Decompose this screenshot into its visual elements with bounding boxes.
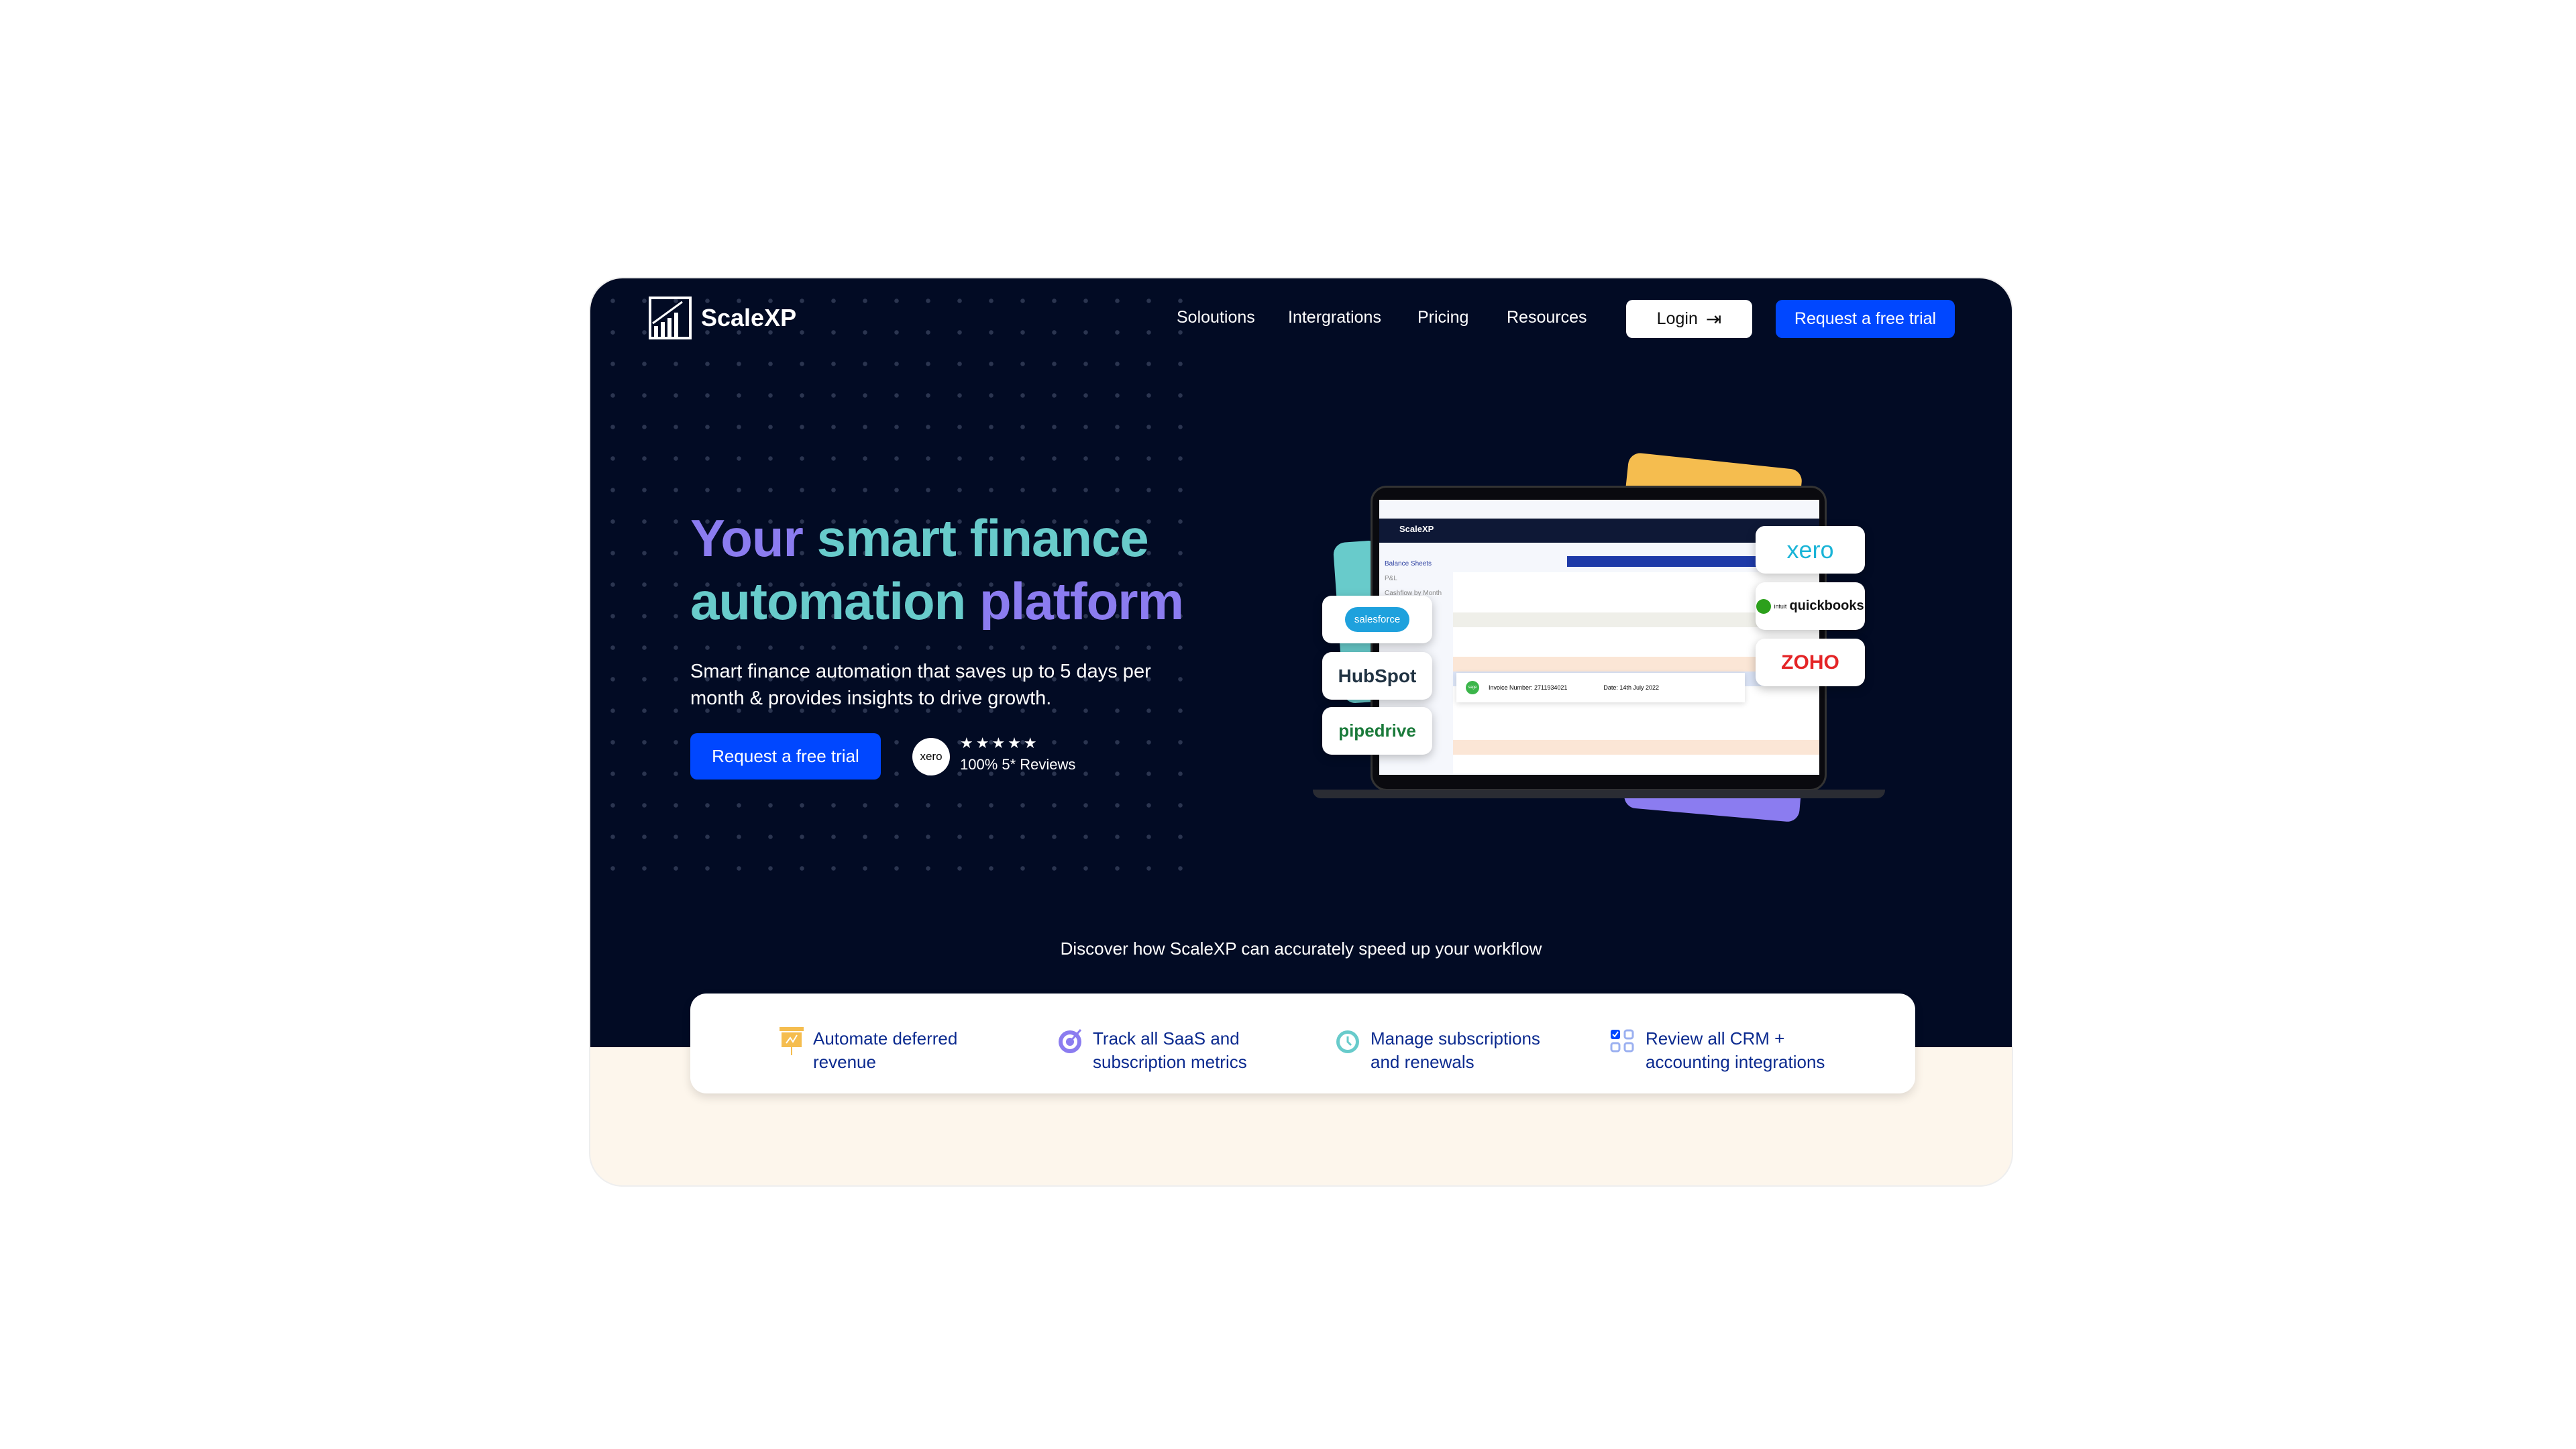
login-label: Login: [1656, 309, 1698, 328]
clock-icon: [1336, 1030, 1359, 1053]
nav-solutions[interactable]: Soloutions: [1177, 308, 1255, 327]
feature-line: Review all CRM +: [1646, 1028, 1785, 1049]
pipedrive-logo-card: pipedrive: [1322, 707, 1432, 755]
feature-line: Manage subscriptions: [1371, 1028, 1540, 1049]
laptop-screen: ScaleXP Balance Sheets P&L Cashflow by M…: [1379, 500, 1819, 775]
quickbooks-icon: [1756, 598, 1772, 614]
scalexp-logo-icon: [649, 297, 692, 339]
feature-item[interactable]: Automate deferred revenue: [780, 1027, 957, 1074]
qb-prefix: intuit: [1774, 602, 1787, 610]
table-header: [1567, 556, 1768, 567]
quickbooks-logo: quickbooks: [1789, 598, 1864, 613]
salesforce-logo: salesforce: [1344, 607, 1410, 632]
landing-card: ScaleXP Soloutions Intergrations Pricing…: [589, 277, 2013, 1187]
review-stars: ★★★★★: [960, 735, 1040, 751]
salesforce-logo-card: salesforce: [1322, 596, 1432, 643]
app-header: ScaleXP: [1379, 519, 1819, 543]
invoice-popup: sage Invoice Number: 2711934021 Date: 14…: [1456, 673, 1745, 702]
feature-line: revenue: [813, 1052, 876, 1072]
app-name: ScaleXP: [1399, 524, 1434, 534]
feature-line: subscription metrics: [1093, 1052, 1247, 1072]
xero-review-logo: xero: [912, 738, 950, 775]
feature-line: Track all SaaS and: [1093, 1028, 1240, 1049]
feature-line: accounting integrations: [1646, 1052, 1825, 1072]
nav-integrations[interactable]: Intergrations: [1288, 308, 1381, 327]
target-icon: [1059, 1029, 1082, 1053]
brand-name: ScaleXP: [701, 304, 797, 331]
logo[interactable]: ScaleXP: [649, 297, 796, 339]
hero-section: ScaleXP Soloutions Intergrations Pricing…: [590, 278, 2012, 1047]
nav-resources[interactable]: Resources: [1507, 308, 1587, 327]
invoice-date: Date: 14th July 2022: [1603, 684, 1659, 691]
login-button[interactable]: Login ⇥: [1626, 300, 1752, 338]
zoho-logo-card: ZOHO: [1756, 639, 1865, 686]
title-part: automation: [690, 572, 966, 631]
feature-item[interactable]: Manage subscriptions and renewals: [1334, 1027, 1540, 1074]
laptop-base: [1313, 790, 1885, 798]
hero-subtitle: Smart finance automation that saves up t…: [690, 661, 1151, 709]
feature-item[interactable]: Review all CRM + accounting integrations: [1609, 1027, 1825, 1074]
review-text: 100% 5* Reviews: [960, 756, 1076, 773]
features-bar: Automate deferred revenue Track all SaaS …: [690, 994, 1915, 1093]
invoice-number: Invoice Number: 2711934021: [1489, 684, 1568, 691]
feature-line: and renewals: [1371, 1052, 1474, 1072]
quickbooks-logo-card: intuit quickbooks: [1756, 582, 1865, 630]
feature-line: Automate deferred: [813, 1028, 958, 1049]
sage-badge: sage: [1466, 681, 1479, 694]
sidebar-item: Balance Sheets: [1385, 560, 1432, 568]
sidebar-item: P&L: [1385, 575, 1397, 582]
grid-check-icon: [1610, 1029, 1634, 1053]
title-part: Your: [690, 508, 804, 568]
discover-text: Discover how ScaleXP can accurately spee…: [1060, 938, 1542, 959]
nav-pricing[interactable]: Pricing: [1417, 308, 1468, 327]
xero-logo-card: xero: [1756, 526, 1865, 574]
hubspot-logo-card: HubSpot: [1322, 652, 1432, 700]
nav-request-trial-button[interactable]: Request a free trial: [1776, 300, 1955, 338]
hero-request-trial-button[interactable]: Request a free trial: [690, 733, 881, 780]
login-arrow-icon: ⇥: [1705, 309, 1722, 329]
hero-title: Your smart finance automation platform: [690, 506, 1294, 633]
title-part: smart finance: [816, 508, 1149, 568]
title-part: platform: [979, 572, 1184, 631]
presentation-chart-icon: [780, 1027, 804, 1055]
feature-item[interactable]: Track all SaaS and subscription metrics: [1057, 1027, 1247, 1074]
